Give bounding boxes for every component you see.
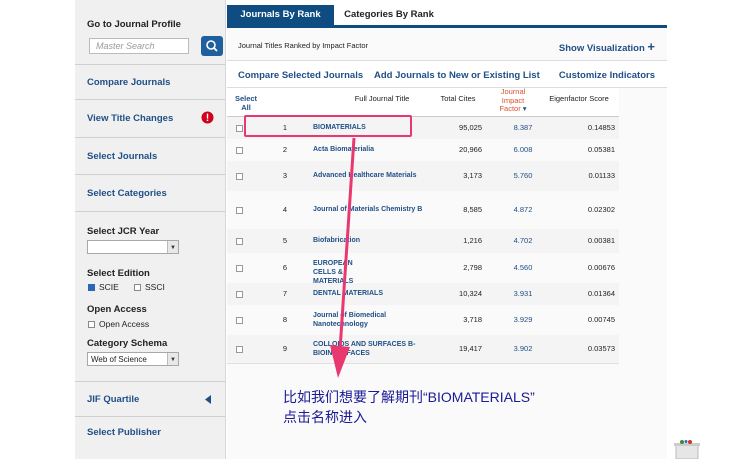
trash-icon [674,440,700,459]
annotation-line-1: 比如我们想要了解期刊“BIOMATERIALS” [283,389,535,405]
annotation-line-2: 点击名称进入 [283,409,367,425]
annotation-text: 比如我们想要了解期刊“BIOMATERIALS” 点击名称进入 [283,387,535,427]
page: Go to Journal Profile Master Search Comp… [0,0,740,459]
